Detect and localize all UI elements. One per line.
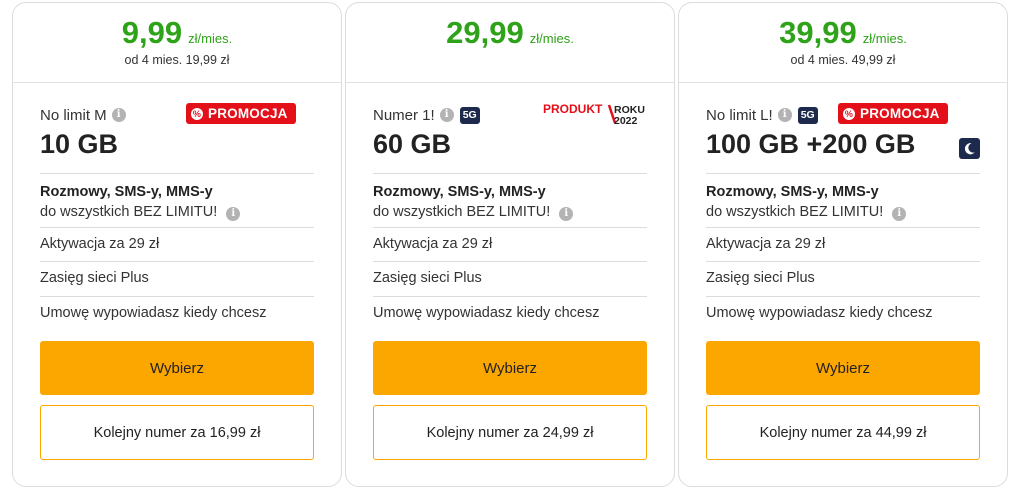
plan-data-amount: 10 GB: [40, 129, 119, 159]
feature-network: Zasięg sieci Plus: [373, 270, 482, 286]
award-line1: PRODUKT: [543, 102, 603, 116]
info-icon[interactable]: i: [226, 207, 241, 221]
plan-name: Numer 1!: [373, 106, 435, 124]
feature-network: Zasięg sieci Plus: [40, 270, 149, 286]
feature-activation: Aktywacja za 29 zł: [706, 236, 826, 252]
promo-badge: % PROMOCJA: [186, 103, 296, 124]
feature-calls: Rozmowy, SMS-y, MMS-y do wszystkich BEZ …: [40, 182, 314, 222]
promo-label: PROMOCJA: [208, 106, 288, 121]
feature-calls-desc: do wszystkich BEZ LIMITU!: [706, 204, 884, 220]
plan-data-amount: 100 GB +200 GB: [706, 129, 916, 159]
plan-name: No limit M: [40, 106, 107, 124]
plan-price: 29,99: [446, 15, 524, 50]
choose-plan-button[interactable]: Wybierz: [373, 341, 647, 395]
feature-calls-title: Rozmowy, SMS-y, MMS-y: [373, 184, 546, 200]
divider: [373, 261, 647, 262]
feature-contract: Umowę wypowiadasz kiedy chcesz: [40, 305, 267, 321]
plan-price: 39,99: [779, 15, 857, 50]
plan-data-amount: 60 GB: [373, 129, 452, 159]
divider: [706, 261, 980, 262]
plans-container: 9,99 zł/mies. od 4 mies. 19,99 zł No limi…: [0, 0, 1024, 494]
plan-subprice: od 4 mies. 49,99 zł: [790, 53, 896, 67]
divider: [706, 173, 980, 174]
next-number-button[interactable]: Kolejny numer za 44,99 zł: [706, 405, 980, 460]
next-number-button[interactable]: Kolejny numer za 16,99 zł: [40, 405, 314, 460]
plan-price: 9,99: [121, 15, 183, 50]
price-unit: zł/mies.: [529, 31, 574, 46]
percent-icon: %: [843, 107, 855, 120]
feature-calls-title: Rozmowy, SMS-y, MMS-y: [706, 184, 879, 200]
5g-badge: 5G: [797, 106, 818, 124]
choose-plan-button[interactable]: Wybierz: [40, 341, 314, 395]
divider: [706, 296, 980, 297]
divider: [40, 261, 314, 262]
divider: [40, 296, 314, 297]
produkt-roku-award-logo: PRODUKT ROKU 2022: [543, 102, 645, 126]
next-number-button[interactable]: Kolejny numer za 24,99 zł: [373, 405, 647, 460]
choose-plan-button[interactable]: Wybierz: [706, 341, 980, 395]
plan-name: No limit L!: [706, 106, 773, 124]
plan-price-header: 29,99 zł/mies.: [346, 3, 674, 83]
feature-calls-desc: do wszystkich BEZ LIMITU!: [373, 204, 551, 220]
info-icon[interactable]: i: [777, 108, 792, 122]
plan-card-no-limit-l: 39,99 zł/mies. od 4 mies. 49,99 zł No lim…: [678, 2, 1008, 487]
info-icon[interactable]: i: [892, 207, 907, 221]
promo-label: PROMOCJA: [860, 106, 940, 121]
feature-calls-title: Rozmowy, SMS-y, MMS-y: [40, 184, 213, 200]
plan-price-header: 9,99 zł/mies. od 4 mies. 19,99 zł: [13, 3, 341, 83]
divider: [40, 173, 314, 174]
plan-subprice: od 4 mies. 19,99 zł: [124, 53, 230, 67]
feature-calls-desc: do wszystkich BEZ LIMITU!: [40, 204, 218, 220]
promo-badge: % PROMOCJA: [838, 103, 948, 124]
plan-price-header: 39,99 zł/mies. od 4 mies. 49,99 zł: [679, 3, 1007, 83]
divider: [373, 296, 647, 297]
percent-icon: %: [191, 107, 203, 120]
feature-calls: Rozmowy, SMS-y, MMS-y do wszystkich BEZ …: [706, 182, 980, 222]
divider: [373, 173, 647, 174]
feature-contract: Umowę wypowiadasz kiedy chcesz: [373, 305, 600, 321]
5g-badge: 5G: [459, 106, 480, 124]
plan-card-numer-1: 29,99 zł/mies. Numer 1! i 5G PRODUKT ROKU…: [345, 2, 675, 487]
feature-calls: Rozmowy, SMS-y, MMS-y do wszystkich BEZ …: [373, 182, 647, 222]
plan-card-no-limit-m: 9,99 zł/mies. od 4 mies. 19,99 zł No limi…: [12, 2, 342, 487]
feature-activation: Aktywacja za 29 zł: [373, 236, 493, 252]
info-icon[interactable]: i: [439, 108, 454, 122]
feature-activation: Aktywacja za 29 zł: [40, 236, 160, 252]
moon-icon[interactable]: [959, 138, 980, 159]
price-unit: zł/mies.: [188, 31, 233, 46]
divider: [706, 227, 980, 228]
info-icon[interactable]: i: [559, 207, 574, 221]
info-icon[interactable]: i: [111, 108, 126, 122]
divider: [373, 227, 647, 228]
award-year: 2022: [614, 115, 638, 126]
feature-contract: Umowę wypowiadasz kiedy chcesz: [706, 305, 933, 321]
price-unit: zł/mies.: [862, 31, 907, 46]
feature-network: Zasięg sieci Plus: [706, 270, 815, 286]
divider: [40, 227, 314, 228]
